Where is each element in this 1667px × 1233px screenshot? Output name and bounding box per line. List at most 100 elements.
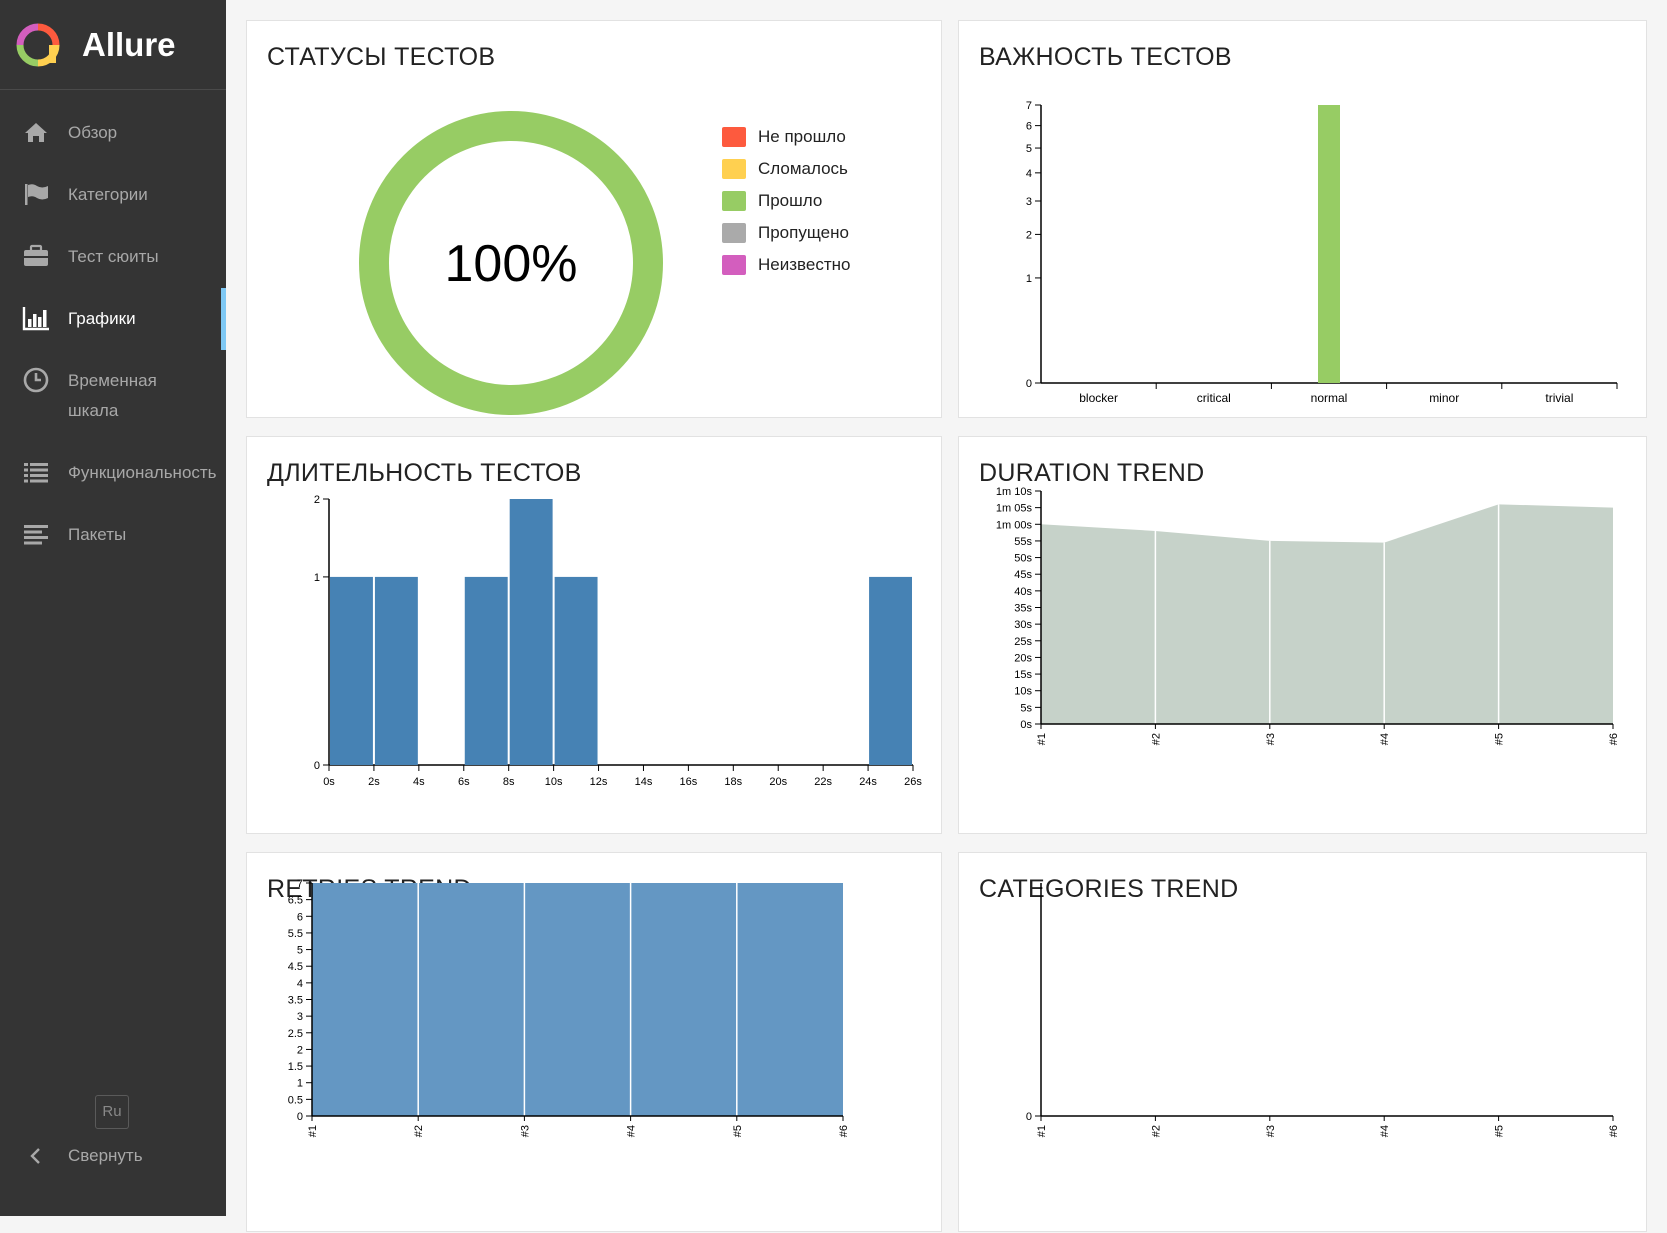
retries-trend-panel: RETRIES TREND 00.511.522.533.544.555.566…: [246, 852, 942, 1232]
y-tick-label: 3.5: [288, 995, 303, 1007]
collapse-button[interactable]: Свернуть: [28, 1146, 143, 1166]
sidebar: Allure Обзор Категории Тест сюиты График…: [0, 0, 226, 1216]
y-tick-label: 5s: [1020, 702, 1032, 714]
duration-trend-chart: 0s 5s 10s 15s 20s 25s 30s 35s 40s 45s 50s 55s 1m 00s…: [996, 486, 1620, 745]
sidebar-item-packages[interactable]: Пакеты: [0, 504, 226, 566]
allure-logo-icon: [16, 23, 60, 66]
categories-trend-chart: 0 #1 #2 #3 #4 #5 #6: [1026, 883, 1620, 1137]
sidebar-item-timeline[interactable]: Временная шкала: [0, 350, 226, 442]
y-tick-label: 3: [1026, 196, 1032, 208]
x-tick-label: 6s: [458, 776, 470, 788]
retries-trend-chart: 0 0.5 1 1.5 2 2.5 3 3.5 4 4.5 5 5.5 6 6.5 7 #1 #2 #3 #4 #5 #…: [288, 878, 850, 1137]
sidebar-item-graphs[interactable]: Графики: [0, 288, 226, 350]
brand[interactable]: Allure: [0, 0, 226, 90]
sidebar-item-overview[interactable]: Обзор: [0, 102, 226, 164]
severity-panel: ВАЖНОСТЬ ТЕСТОВ 0 1 2 3 4 5 6 7 blocker critical n…: [958, 20, 1647, 418]
legend-swatch: [722, 159, 746, 179]
y-tick-label: 2.5: [288, 1028, 303, 1040]
y-tick-label: 0: [314, 760, 320, 772]
legend-swatch: [722, 191, 746, 211]
y-tick-label: 4: [297, 978, 303, 990]
trend-area: [312, 883, 843, 1116]
x-tick-label: #4: [1379, 733, 1391, 745]
histogram-bar: [374, 576, 418, 765]
legend-swatch: [722, 255, 746, 275]
language-button[interactable]: Ru: [95, 1095, 129, 1129]
legend-item-broken[interactable]: Сломалось: [722, 153, 850, 185]
x-tick-label: #2: [1150, 1125, 1162, 1137]
sidebar-item-label: Категории: [68, 185, 148, 204]
x-tick-label: #5: [1494, 1125, 1506, 1137]
duration-panel: ДЛИТЕЛЬНОСТЬ ТЕСТОВ 0 1 2 0s 2s 4s 6s 8s 10s 12s 1…: [246, 436, 942, 834]
y-tick-label: 55s: [1014, 536, 1032, 548]
sidebar-item-behaviors[interactable]: Функциональность: [0, 442, 226, 504]
y-tick-label: 3: [297, 1011, 303, 1023]
x-tick-label: minor: [1429, 391, 1459, 405]
sidebar-item-categories[interactable]: Категории: [0, 164, 226, 226]
x-tick-label: 10s: [545, 776, 563, 788]
y-tick-label: 45s: [1014, 569, 1032, 581]
y-tick-label: 0: [1026, 1111, 1032, 1123]
sidebar-item-label: Тест сюиты: [68, 247, 159, 266]
x-tick-label: 24s: [859, 776, 877, 788]
y-tick-label: 1: [297, 1078, 303, 1090]
y-tick-label: 6.5: [288, 895, 303, 907]
list-icon: [24, 463, 48, 483]
x-tick-label: #4: [626, 1125, 638, 1137]
histogram-bar: [330, 576, 373, 765]
y-tick-label: 5.5: [288, 928, 303, 940]
x-tick-label: 20s: [769, 776, 787, 788]
x-tick-label: #6: [1608, 1125, 1620, 1137]
x-tick-label: #6: [1608, 733, 1620, 745]
sidebar-item-label: Графики: [68, 309, 136, 328]
x-tick-label: #3: [1265, 1125, 1277, 1137]
y-tick-label: 5: [1026, 143, 1032, 155]
sidebar-item-suites[interactable]: Тест сюиты: [0, 226, 226, 288]
y-tick-label: 6: [297, 911, 303, 923]
x-tick-label: trivial: [1545, 391, 1573, 405]
x-tick-label: 22s: [814, 776, 832, 788]
x-tick-label: 2s: [368, 776, 380, 788]
trend-area: [1041, 504, 1613, 724]
y-tick-label: 2: [297, 1044, 303, 1056]
legend-item-failed[interactable]: Не прошло: [722, 121, 850, 153]
x-tick-label: #5: [1494, 733, 1506, 745]
x-tick-label: #4: [1379, 1125, 1391, 1137]
y-tick-label: 1m 10s: [996, 486, 1033, 498]
x-tick-label: #5: [732, 1125, 744, 1137]
y-tick-label: 1: [314, 572, 320, 584]
y-tick-label: 7: [297, 878, 303, 890]
histogram-bar: [869, 576, 912, 765]
donut-center-label: 100%: [445, 235, 578, 293]
y-tick-label: 0s: [1020, 719, 1032, 731]
x-tick-label: 4s: [413, 776, 425, 788]
legend-item-passed[interactable]: Прошло: [722, 185, 850, 217]
sidebar-item-label: Пакеты: [68, 525, 127, 544]
histogram-bar: [509, 499, 553, 765]
bar-normal: [1318, 105, 1340, 383]
y-tick-label: 1: [1026, 273, 1032, 285]
y-tick-label: 7: [1026, 100, 1032, 112]
severity-bar-chart: 0 1 2 3 4 5 6 7 blocker critical normal minor trivia…: [1026, 100, 1618, 405]
y-tick-label: 50s: [1014, 553, 1032, 565]
collapse-label: Свернуть: [68, 1146, 143, 1165]
status-legend: Не прошло Сломалось Прошло Пропущено Неи…: [722, 121, 850, 281]
legend-item-skipped[interactable]: Пропущено: [722, 217, 850, 249]
y-tick-label: 4.5: [288, 961, 303, 973]
legend-swatch: [722, 223, 746, 243]
x-tick-label: critical: [1197, 391, 1231, 405]
x-tick-label: #1: [307, 1125, 319, 1137]
sidebar-item-label: Временная шкала: [68, 371, 157, 420]
home-icon: [25, 123, 47, 142]
x-tick-label: 0s: [323, 776, 335, 788]
y-tick-label: 0.5: [288, 1094, 303, 1106]
y-tick-label: 35s: [1014, 603, 1032, 615]
sidebar-item-label: Обзор: [68, 123, 118, 142]
legend-item-unknown[interactable]: Неизвестно: [722, 249, 850, 281]
x-tick-label: normal: [1311, 391, 1348, 405]
x-tick-label: #1: [1036, 1125, 1048, 1137]
status-donut-chart[interactable]: 100%: [351, 103, 671, 423]
x-tick-label: #1: [1036, 733, 1048, 745]
y-tick-label: 6: [1026, 121, 1032, 133]
y-tick-label: 1.5: [288, 1061, 303, 1073]
